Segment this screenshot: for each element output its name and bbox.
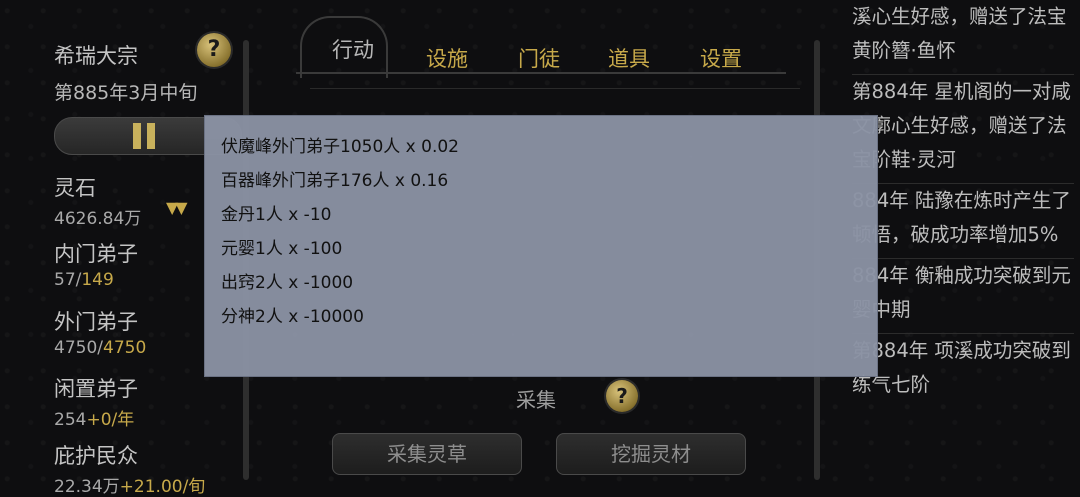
help-icon[interactable]: ? (197, 33, 231, 67)
tooltip-row: 分神2人 x -10000 (221, 307, 364, 327)
tooltip-row: 金丹1人 x -10 (221, 205, 332, 225)
log-entry: 第884年 项溪成功突破到练气七阶 (852, 333, 1074, 402)
stat-value: 22.34万+21.00/旬 (54, 477, 206, 497)
log-entry: 884年 陆豫在炼时产生了顿悟，破成功率增加5% (852, 183, 1074, 252)
stat-label: 灵石 (54, 176, 96, 200)
content-divider (310, 88, 800, 89)
stat-inner-disciples: 内门弟子 57/149 (54, 238, 138, 290)
stat-value: 57/149 (54, 270, 114, 290)
down-arrows-icon: ▼▼ (166, 198, 188, 217)
gather-herbs-button[interactable]: 采集灵草 (332, 433, 522, 475)
breakdown-tooltip: 伏魔峰外门弟子1050人 x 0.02 百器峰外门弟子176人 x 0.16 金… (204, 115, 878, 377)
stat-label: 庇护民众 (54, 444, 138, 468)
tab-items[interactable]: 道具 (608, 43, 650, 73)
stat-value: 4750/4750 (54, 338, 147, 358)
mine-materials-button[interactable]: 挖掘灵材 (556, 433, 746, 475)
tab-disciples[interactable]: 门徒 (518, 43, 560, 73)
tooltip-row: 百器峰外门弟子176人 x 0.16 (221, 171, 449, 191)
event-log: 溪心生好感，赠送了法宝黄阶簪·鱼怀 第884年 星机阁的一对咸文廓心生好感，赠送… (852, 0, 1074, 402)
stat-protected-citizens: 庇护民众 22.34万+21.00/旬 (54, 440, 205, 497)
stat-label: 外门弟子 (54, 310, 138, 334)
tab-facilities[interactable]: 设施 (426, 43, 468, 73)
log-entry: 第884年 星机阁的一对咸文廓心生好感，赠送了法宝阶鞋·灵河 (852, 74, 1074, 177)
tab-settings[interactable]: 设置 (700, 43, 742, 73)
sect-name: 希瑞大宗 (54, 44, 138, 68)
tooltip-row: 伏魔峰外门弟子1050人 x 0.02 (221, 137, 459, 157)
stat-label: 内门弟子 (54, 242, 138, 266)
stat-idle-disciples: 闲置弟子 254+0/年 (54, 373, 138, 430)
stat-outer-disciples: 外门弟子 4750/4750 (54, 306, 146, 358)
gather-section-title: 采集 (516, 388, 556, 412)
stat-spirit-stones: 灵石 4626.84万 (54, 172, 141, 229)
stat-value: 254+0/年 (54, 410, 135, 430)
tooltip-row: 出窍2人 x -1000 (221, 273, 354, 293)
game-date: 第885年3月中旬 (54, 82, 198, 104)
log-entry: 884年 衡釉成功突破到元婴中期 (852, 258, 1074, 327)
help-icon[interactable]: ? (606, 380, 638, 412)
tab-action[interactable]: 行动 (332, 34, 374, 64)
stat-label: 闲置弟子 (54, 377, 138, 401)
tooltip-row: 元婴1人 x -100 (221, 239, 343, 259)
pause-icon (133, 123, 159, 149)
stat-value: 4626.84万 (54, 209, 142, 229)
log-entry: 溪心生好感，赠送了法宝黄阶簪·鱼怀 (852, 5, 1067, 62)
